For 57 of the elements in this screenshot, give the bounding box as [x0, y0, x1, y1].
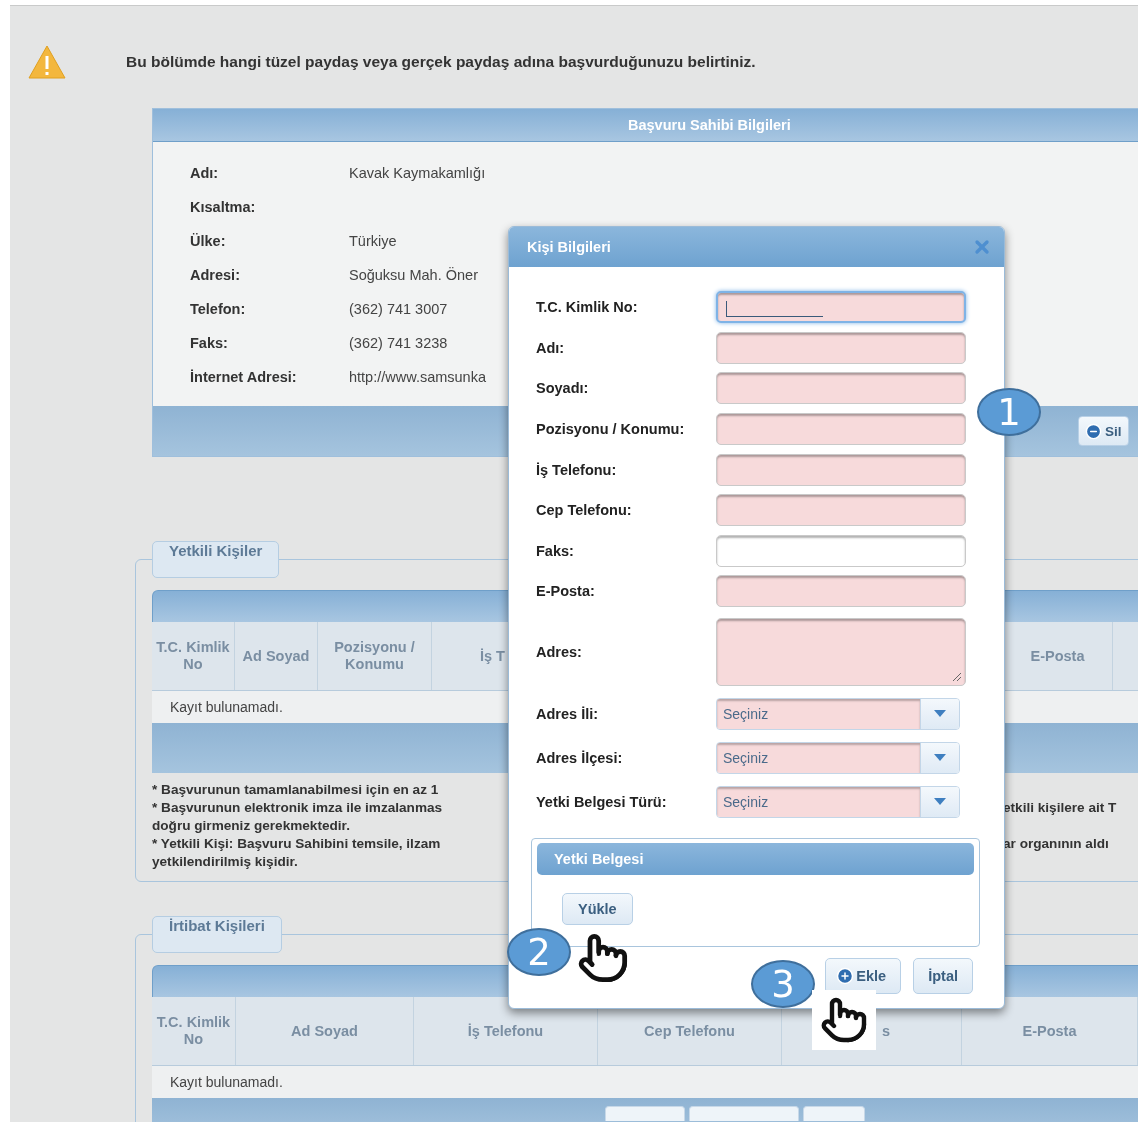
empty-message: Kayıt bulunamadı.	[170, 1074, 283, 1090]
column-header: s	[882, 1022, 891, 1040]
column-header: Ad Soyad	[291, 1022, 358, 1040]
select-field[interactable]: Seçiniz	[716, 697, 960, 730]
section-title: Yetki Belgesi	[554, 850, 644, 867]
column-header: Pozisyonu / Konumu	[333, 639, 416, 673]
field-label: E-Posta:	[536, 583, 596, 600]
note-text: * Başvurunun elektronik imza ile imzalanmas	[152, 799, 444, 817]
delete-button[interactable]: Sil	[1078, 416, 1129, 446]
field-label: Adres:	[536, 643, 583, 660]
note-text: yetkilendirilmiş kişidir.	[152, 853, 299, 871]
panel-title: Başvuru Sahibi Bilgileri	[628, 117, 791, 133]
cancel-button[interactable]: İptal	[913, 957, 973, 994]
field-label: Yetki Belgesi Türü:	[536, 793, 668, 810]
info-value: Türkiye	[349, 233, 397, 249]
info-label: İnternet Adresi:	[190, 369, 298, 385]
column-header: Cep Telefonu	[644, 1022, 735, 1040]
empty-message: Kayıt bulunamadı.	[170, 699, 283, 715]
note-text: * Başvurunun tamamlanabilmesi için en az 1	[152, 781, 440, 799]
field-label: İş Telefonu:	[536, 461, 618, 478]
section-legend: Yetkili Kişiler	[152, 541, 280, 578]
info-label: Faks:	[190, 335, 229, 351]
note-text: doğru girmeniz gerekmektedir.	[152, 817, 351, 835]
field-label: Adı:	[536, 339, 566, 356]
section-legend: İrtibat Kişileri	[152, 916, 282, 953]
field-label: Pozisyonu / Konumu:	[536, 421, 686, 438]
column-header: T.C. Kimlik No	[155, 1014, 232, 1048]
column-header: İş T	[480, 647, 505, 665]
info-label: Adresi:	[190, 267, 241, 283]
notice-text: Bu bölümde hangi tüzel paydaş veya gerçek paydaş adına başvurduğunuzu belirtiniz.	[126, 53, 756, 71]
add-button[interactable]: Ekle	[825, 957, 902, 994]
info-value: Soğuksu Mah. Öner	[349, 267, 478, 283]
info-value: Kavak Kaymakamlığı	[349, 165, 486, 181]
info-value: (362) 741 3007	[349, 301, 448, 317]
field-label: Adres İlçesi:	[536, 749, 624, 766]
field-label: Soyadı:	[536, 380, 590, 397]
info-label: Telefon:	[190, 301, 247, 317]
dialog-title: Kişi Bilgileri	[527, 239, 611, 255]
column-header: E-Posta	[1030, 647, 1085, 665]
select-field[interactable]: Seçiniz	[716, 785, 960, 818]
info-value: http://www.samsunka	[349, 369, 486, 385]
column-header: İş Telefonu	[467, 1022, 544, 1040]
info-label: Adı:	[190, 165, 220, 181]
column-header: T.C. Kimlik No	[155, 639, 231, 673]
column-header: Ad Soyad	[242, 647, 310, 665]
info-value: (362) 741 3238	[349, 335, 448, 351]
field-label: Cep Telefonu:	[536, 502, 633, 519]
field-label: T.C. Kimlik No:	[536, 299, 639, 316]
upload-button[interactable]: Yükle	[562, 892, 633, 925]
field-label: Faks:	[536, 542, 575, 559]
note-text: * Yetkili Kişi: Başvuru Sahibini temsile, ilzam	[152, 835, 442, 853]
field-label: Adres İli:	[536, 705, 600, 722]
info-label: Ülke:	[190, 233, 227, 249]
info-label: Kısaltma:	[190, 199, 257, 215]
column-header: E-Posta	[1022, 1022, 1077, 1040]
note-text: etkili kişilere ait T	[1003, 799, 1118, 817]
select-field[interactable]: Seçiniz	[716, 741, 960, 774]
